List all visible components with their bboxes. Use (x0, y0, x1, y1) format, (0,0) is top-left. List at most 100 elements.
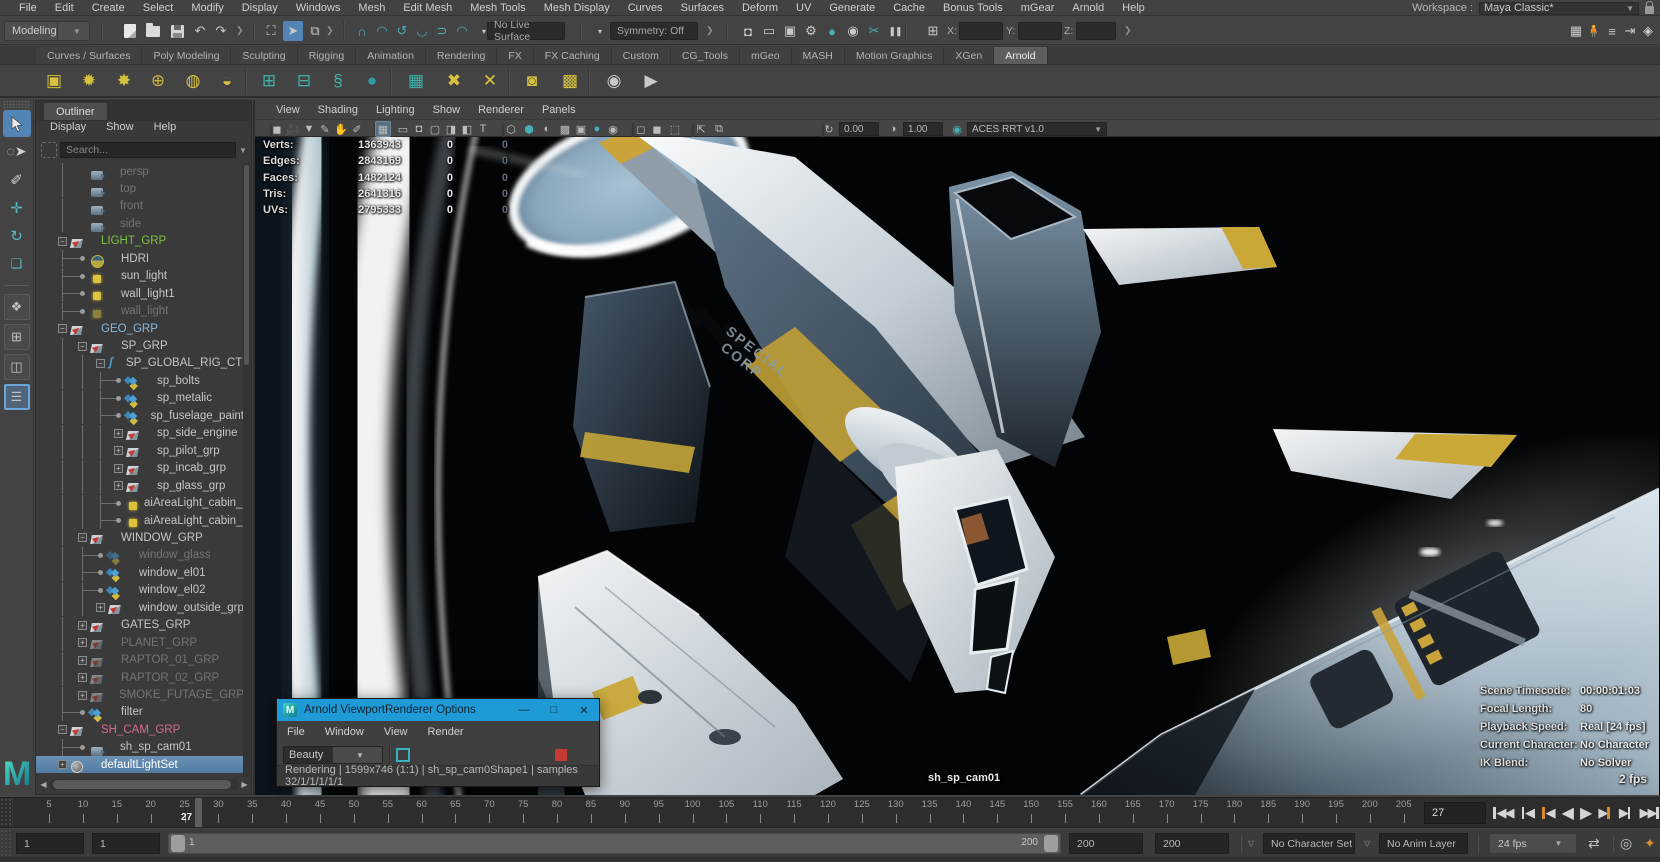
shelf-tab-arnold[interactable]: Arnold (994, 47, 1048, 64)
view-transform-icon[interactable]: ◉ (949, 121, 965, 137)
outliner-item-planet_grp[interactable]: + PLANET_GRP (36, 634, 244, 652)
expand-icon[interactable]: + (78, 620, 87, 630)
outliner-item-front[interactable]: front (36, 197, 244, 215)
character-set-field[interactable]: No Character Set (1263, 833, 1355, 854)
paint-effects-icon[interactable]: ✂ (864, 21, 884, 41)
select-tool[interactable] (2, 110, 31, 137)
image-plane-icon[interactable]: ✎ (317, 121, 333, 137)
collapse-icon[interactable]: − (58, 725, 67, 735)
outliner-item-sp_side_engine[interactable]: + sp_side_engine (36, 424, 244, 442)
expand-icon[interactable]: + (78, 655, 87, 665)
viewport-menu-view[interactable]: View (267, 104, 309, 116)
outliner-item-smoke_futage_grp[interactable]: + SMOKE_FUTAGE_GRP (36, 686, 244, 704)
outliner-item-raptor_02_grp[interactable]: + RAPTOR_02_GRP (36, 669, 244, 687)
grease-pencil-icon[interactable]: ✐ (349, 121, 365, 137)
shelf-tab-fx[interactable]: FX (497, 47, 534, 64)
group-expand-icon[interactable]: ❯ (706, 25, 714, 36)
outliner-item-sp_glass_grp[interactable]: + sp_glass_grp (36, 477, 244, 495)
pause-viewport-icon[interactable]: ❚❚ (885, 21, 905, 41)
toolbox-grip[interactable] (3, 100, 30, 108)
open-scene-icon[interactable] (143, 21, 163, 41)
outliner-item-sun_light[interactable]: sun_light (36, 267, 244, 285)
outliner-vertical-scrollbar[interactable] (243, 163, 250, 777)
outliner-item-wall_light1[interactable]: wall_light1 (36, 285, 244, 303)
animation-end-field[interactable]: 200 (1155, 833, 1229, 854)
ao-icon[interactable]: ● (589, 121, 605, 137)
outliner-item-window_outside_grp[interactable]: + window_outside_grp (36, 599, 244, 617)
current-frame-field[interactable]: 27 (1424, 802, 1486, 824)
exposure-field[interactable]: 0.00 (839, 122, 879, 136)
menu-edit[interactable]: Edit (46, 2, 83, 14)
safe-action-icon[interactable]: ◧ (459, 121, 475, 137)
select-object-icon[interactable]: ➤ (283, 21, 303, 41)
step-forward-frame-button[interactable]: ▶ (1619, 805, 1632, 821)
crop-region-icon[interactable] (396, 748, 410, 762)
group-expand-icon[interactable]: ❯ (236, 25, 244, 36)
collapse-icon[interactable]: − (96, 358, 105, 368)
outliner-item-top[interactable]: top (36, 180, 244, 198)
area-light-icon[interactable]: ▣ (40, 67, 68, 95)
hypershade-icon[interactable]: ● (822, 21, 842, 41)
new-scene-icon[interactable] (120, 21, 140, 41)
menu-mesh[interactable]: Mesh (349, 2, 394, 14)
shelf-tab-custom[interactable]: Custom (611, 47, 671, 64)
shelf-tab-sculpting[interactable]: Sculpting (231, 47, 298, 64)
menu-file[interactable]: File (10, 2, 46, 14)
go-to-start-button[interactable]: ◀◀ (1492, 805, 1514, 821)
outliner-item-persp[interactable]: persp (36, 163, 244, 180)
lock-icon[interactable] (1645, 0, 1654, 14)
outliner-item-sp_bolts[interactable]: sp_bolts (36, 372, 244, 390)
lasso-tool[interactable]: ◌➤ (3, 138, 31, 165)
mesh-light-icon[interactable]: ◍ (179, 67, 207, 95)
range-start-handle[interactable] (171, 835, 185, 852)
bookmark-icon[interactable]: ▼ (301, 121, 317, 137)
field-chart-icon[interactable]: ◨ (443, 121, 459, 137)
symmetry-field[interactable]: Symmetry: Off (610, 22, 698, 40)
collapse-icon[interactable]: − (58, 324, 67, 334)
two-pane-layout[interactable]: ◫ (3, 354, 30, 380)
ipr-render-icon[interactable]: ▣ (780, 21, 800, 41)
paint-select-tool[interactable]: ✐ (3, 166, 31, 193)
menu-surfaces[interactable]: Surfaces (672, 2, 733, 14)
outliner-item-raptor_01_grp[interactable]: + RAPTOR_01_GRP (36, 651, 244, 669)
character-controls-icon[interactable]: 🧍 (1584, 21, 1604, 41)
collapse-icon[interactable]: − (78, 341, 87, 351)
gamma-icon[interactable]: ◑ (885, 121, 901, 137)
light-filter-gobo-icon[interactable]: ◙ (518, 67, 546, 95)
outliner-item-filter[interactable]: filter (36, 703, 244, 721)
arnold-menu-window[interactable]: Window (325, 726, 364, 738)
rotate-tool[interactable]: ↻ (3, 222, 31, 249)
scale-tool[interactable]: ❏ (3, 250, 31, 277)
play-forwards-button[interactable]: ▶ (1580, 803, 1592, 823)
anim-layer-field[interactable]: No Anim Layer (1379, 833, 1468, 854)
modeling-toolkit-icon[interactable]: ▦ (1566, 21, 1586, 41)
snap-point-icon[interactable]: ↺ (392, 21, 412, 41)
outliner-item-sp_metalic[interactable]: sp_metalic (36, 389, 244, 407)
xray-joints-icon[interactable]: ◼ (649, 121, 665, 137)
procedural-icon[interactable]: ● (358, 67, 386, 95)
viewport-3d-canvas[interactable]: SPECIAL CORP (255, 137, 1659, 795)
axis-y-field[interactable] (1018, 22, 1062, 40)
pan-zoom-icon[interactable]: ✋ (333, 121, 349, 137)
grid-icon[interactable]: ▦ (375, 121, 391, 137)
outliner-item-sh_cam_grp[interactable]: − SH_CAM_GRP (36, 721, 244, 738)
menu-arnold[interactable]: Arnold (1063, 2, 1113, 14)
shelf-tab-rigging[interactable]: Rigging (297, 47, 357, 64)
make-live-icon[interactable]: ◠ (452, 21, 472, 41)
snap-curve-icon[interactable]: ◠ (372, 21, 392, 41)
viewport-menu-shading[interactable]: Shading (309, 104, 367, 116)
snap-projected-center-icon[interactable]: ◡ (412, 21, 432, 41)
menu-curves[interactable]: Curves (619, 2, 672, 14)
shelf-tab-animation[interactable]: Animation (356, 47, 426, 64)
outliner-item-defaultlightset[interactable]: + defaultLightSet (36, 756, 244, 774)
standin-export-icon[interactable]: ⊟ (290, 67, 318, 95)
collapse-icon[interactable]: − (78, 533, 87, 543)
menu-uv[interactable]: UV (787, 2, 820, 14)
outliner-item-window_grp[interactable]: − WINDOW_GRP (36, 529, 244, 547)
outliner-menu-help[interactable]: Help (144, 121, 187, 138)
select-component-icon[interactable]: ⧉ (305, 21, 325, 41)
search-filter-icon[interactable] (41, 142, 57, 158)
outliner-item-side[interactable]: side (36, 215, 244, 233)
menu-mesh-tools[interactable]: Mesh Tools (461, 2, 534, 14)
outliner-item-geo_grp[interactable]: − GEO_GRP (36, 320, 244, 337)
